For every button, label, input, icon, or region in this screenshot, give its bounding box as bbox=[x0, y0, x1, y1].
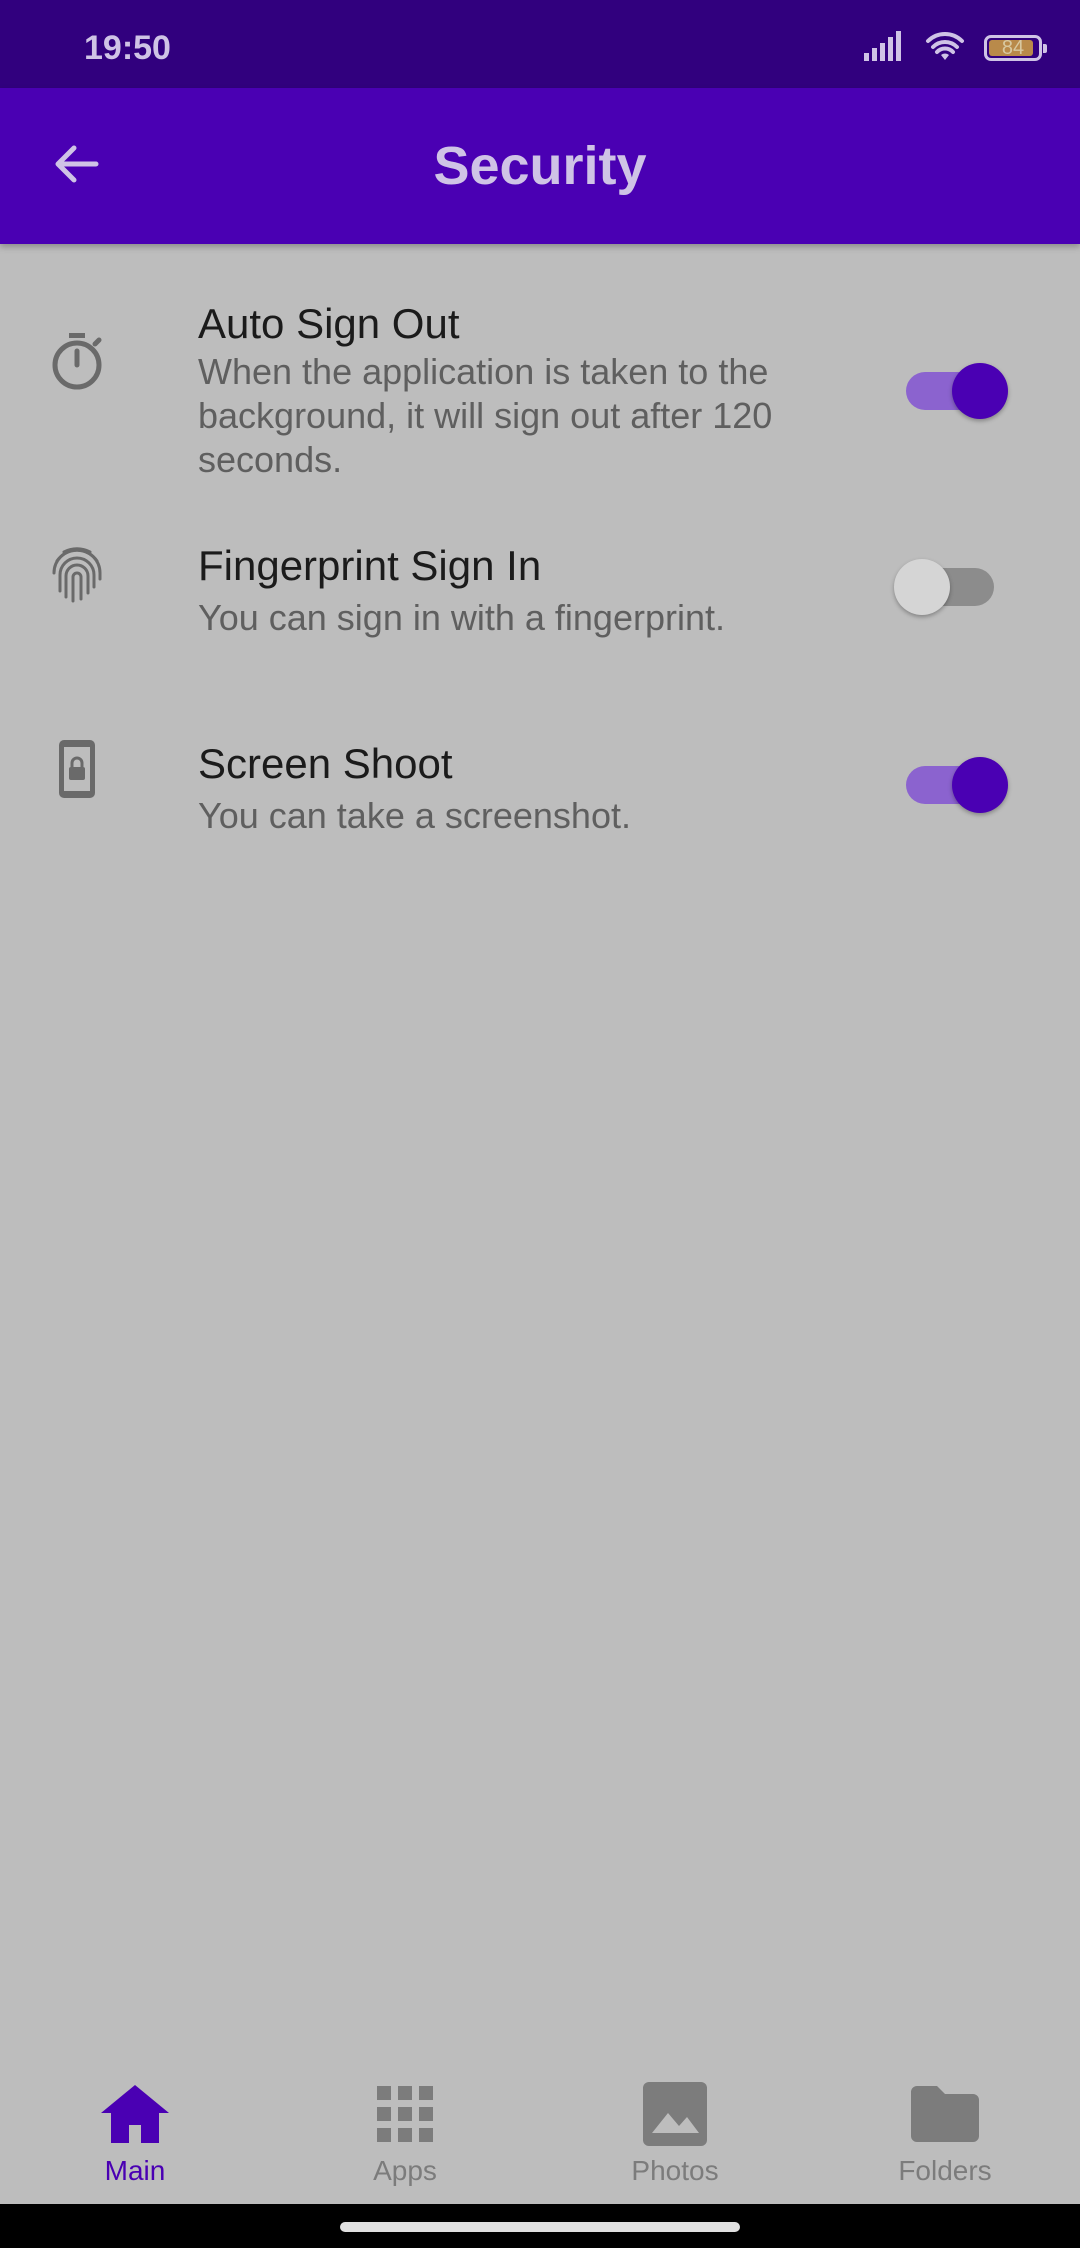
status-icons: 84 bbox=[862, 28, 1047, 68]
status-time: 19:50 bbox=[84, 29, 171, 67]
back-button[interactable] bbox=[36, 134, 116, 198]
nav-label: Apps bbox=[373, 2155, 437, 2186]
battery-tip bbox=[1043, 44, 1047, 53]
auto-sign-out-toggle[interactable] bbox=[896, 354, 1014, 419]
nav-item-photos[interactable]: Photos bbox=[540, 2042, 810, 2204]
setting-description: You can sign in with a fingerprint. bbox=[198, 597, 725, 638]
folder-icon bbox=[810, 2078, 1080, 2150]
setting-description: You can take a screenshot. bbox=[198, 795, 631, 836]
arrow-back-icon bbox=[52, 142, 100, 191]
nav-item-main[interactable]: Main bbox=[0, 2042, 270, 2204]
toggle-knob bbox=[952, 757, 1008, 813]
fingerprint-toggle[interactable] bbox=[894, 550, 1014, 615]
fingerprint-icon bbox=[46, 542, 108, 604]
battery-level: 84 bbox=[1001, 37, 1025, 59]
screen-shoot-toggle[interactable] bbox=[896, 748, 1014, 813]
home-gesture-handle[interactable] bbox=[340, 2222, 740, 2232]
toggle-knob bbox=[894, 559, 950, 615]
nav-label: Main bbox=[104, 2155, 166, 2186]
app-bar: Security bbox=[0, 88, 1080, 244]
apps-grid-icon bbox=[270, 2078, 540, 2150]
nav-item-folders[interactable]: Folders bbox=[810, 2042, 1080, 2204]
nav-item-apps[interactable]: Apps bbox=[270, 2042, 540, 2204]
phone-lock-icon bbox=[46, 738, 108, 800]
setting-description: When the application is taken to the bac… bbox=[198, 351, 773, 480]
home-icon bbox=[0, 2078, 270, 2150]
status-bar: 19:50 84 bbox=[0, 0, 1080, 88]
image-icon bbox=[540, 2078, 810, 2150]
nav-label: Folders bbox=[898, 2155, 992, 2186]
setting-title: Fingerprint Sign In bbox=[198, 542, 542, 589]
setting-title: Auto Sign Out bbox=[198, 300, 460, 347]
page-title: Security bbox=[433, 136, 647, 196]
battery-icon: 84 bbox=[984, 35, 1047, 61]
signal-icon bbox=[862, 30, 906, 66]
system-gesture-bar bbox=[0, 2204, 1080, 2248]
toggle-knob bbox=[952, 363, 1008, 419]
setting-text-auto-sign-out: Auto Sign Out When the application is ta… bbox=[198, 298, 858, 482]
wifi-icon bbox=[924, 30, 966, 67]
setting-title: Screen Shoot bbox=[198, 740, 453, 787]
bottom-navigation: Main Apps Photos Folders bbox=[0, 2042, 1080, 2204]
nav-label: Photos bbox=[631, 2155, 719, 2186]
setting-text-screen-shoot: Screen Shoot You can take a screenshot. bbox=[198, 738, 858, 838]
timer-icon bbox=[46, 330, 108, 392]
setting-text-fingerprint: Fingerprint Sign In You can sign in with… bbox=[198, 540, 858, 640]
